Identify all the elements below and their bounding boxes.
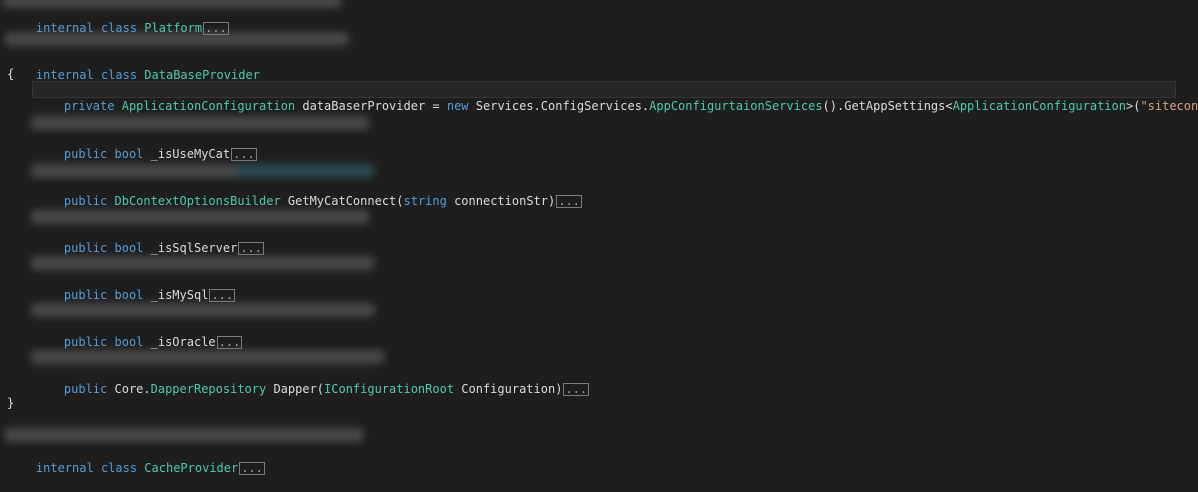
code-line-dapper: public Core.DapperRepository Dapper(ICon… [35,365,590,396]
class-name: CacheProvider [144,461,239,475]
keyword: internal [35,21,94,35]
type-name: AppConfigurtaionServices [649,99,823,113]
keyword: bool [114,288,144,302]
parameter: Configuration) [454,382,563,396]
type-name: ApplicationConfiguration [121,99,296,113]
code-line-cache: internal class CacheProvider... [7,444,265,475]
string-literal: "siteconfig" [1140,99,1198,113]
method-name: Dapper( [266,382,325,396]
type-name: ApplicationConfiguration [952,99,1126,113]
method-call: ().GetAppSettings< [822,99,953,113]
keyword: public [63,382,108,396]
keyword: private [63,99,115,113]
type-name: IConfigurationRoot [324,382,455,396]
keyword: public [63,335,108,349]
property-name: _isSqlServer [143,241,238,255]
keyword: string [403,194,447,208]
keyword: internal [35,461,94,475]
code-line-open-brace: { [7,67,15,81]
collapsed-region-button[interactable]: ... [203,22,229,35]
class-name: Platform [144,21,203,35]
parameter: connectionStr) [446,194,556,208]
redacted-comment [30,116,370,130]
collapsed-region-button[interactable]: ... [209,289,236,302]
keyword: public [63,288,108,302]
collapsed-region-button[interactable]: ... [216,336,243,349]
keyword: class [100,68,138,82]
code-line-get-mycat: public DbContextOptionsBuilder GetMyCatC… [35,177,582,208]
code-line-provider: internal class DataBaseProvider [7,51,260,82]
keyword: bool [114,335,144,349]
redacted-comment [235,164,375,178]
namespace: Services.ConfigServices. [475,99,650,113]
redacted-comment [30,303,375,317]
collapsed-region-button[interactable]: ... [239,462,265,475]
redacted-comment [4,428,364,442]
namespace: Core. [107,382,151,396]
property-name: _isUseMyCat [143,147,231,161]
keyword: bool [114,241,144,255]
code-line-mysql: public bool _isMySql... [35,271,236,302]
code-line-sqlserver: public bool _isSqlServer... [35,224,265,255]
redacted-comment [30,164,240,178]
code-line-field[interactable]: private ApplicationConfiguration dataBas… [35,82,1198,113]
collapsed-region-button[interactable]: ... [556,195,582,208]
code-line-platform: internal class Platform... [7,4,229,35]
code-line-oracle: public bool _isOracle... [35,318,243,349]
type-name: DbContextOptionsBuilder [114,194,281,208]
keyword: new [446,99,469,113]
collapsed-region-button[interactable]: ... [238,242,265,255]
punctuation: >( [1125,99,1141,113]
collapsed-region-button[interactable]: ... [231,148,257,161]
field-name: dataBaserProvider = [302,99,447,113]
class-name: DataBaseProvider [144,68,260,82]
keyword: public [63,241,108,255]
keyword: class [100,21,138,35]
code-line-close-brace: } [7,396,15,410]
redacted-comment [30,210,370,224]
redacted-comment [30,256,375,270]
collapsed-region-button[interactable]: ... [563,383,590,396]
keyword: class [100,461,138,475]
code-editor[interactable]: internal class Platform... internal clas… [0,0,1198,475]
keyword: public [63,147,108,161]
keyword: bool [114,147,144,161]
redacted-comment [30,350,385,364]
keyword: internal [35,68,94,82]
property-name: _isOracle [143,335,216,349]
type-name: DapperRepository [150,382,267,396]
code-line-use-mycat: public bool _isUseMyCat... [35,130,257,161]
keyword: public [63,194,108,208]
property-name: _isMySql [143,288,209,302]
method-name: GetMyCatConnect( [280,194,404,208]
